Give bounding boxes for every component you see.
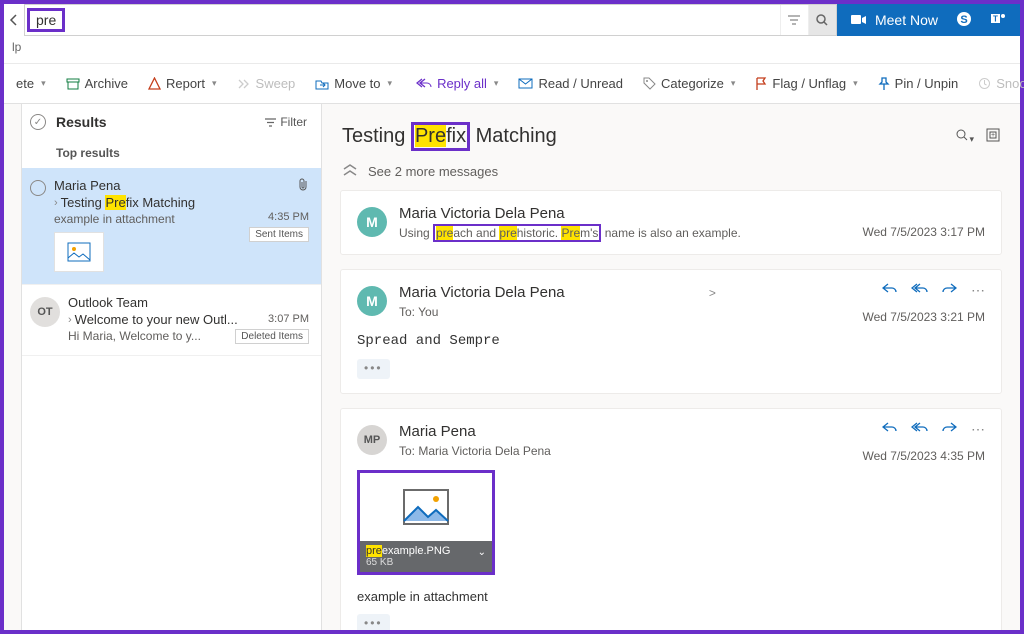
reading-pane: Testing Prefix Matching ▾ + See 2 more m… xyxy=(322,104,1020,630)
attachment-name-hl: pre xyxy=(366,545,382,557)
card-body: Spread and Sempre xyxy=(357,333,985,349)
card-date: Wed 7/5/2023 3:17 PM xyxy=(862,225,985,239)
meet-now-label: Meet Now xyxy=(875,12,938,28)
teams-icon[interactable]: T xyxy=(990,11,1006,30)
forward-icon[interactable] xyxy=(942,282,957,299)
search-submit-icon[interactable] xyxy=(808,5,836,35)
skype-icon[interactable]: S xyxy=(956,11,972,30)
reply-icon[interactable] xyxy=(882,421,897,438)
flag-unflag-button[interactable]: Flag / Unflag▾ xyxy=(747,76,865,91)
card-date: Wed 7/5/2023 4:35 PM xyxy=(862,449,985,463)
topbar: pre Meet Now S T xyxy=(4,4,1020,36)
attachment-name-rest: example.PNG xyxy=(382,545,450,557)
zoom-icon[interactable]: ▾ xyxy=(955,128,974,145)
attachment-thumbnail[interactable] xyxy=(54,232,104,272)
forward-icon[interactable] xyxy=(942,421,957,438)
archive-button[interactable]: Archive xyxy=(58,76,136,91)
sub-header-row: lp xyxy=(4,36,1020,64)
svg-text:+: + xyxy=(991,132,995,139)
chevron-right-icon: › xyxy=(68,314,72,326)
expand-up-icon[interactable] xyxy=(342,163,358,180)
sweep-button[interactable]: Sweep xyxy=(229,76,304,91)
attachment-dropdown-icon[interactable]: ⌄ xyxy=(478,547,486,558)
reply-all-icon[interactable] xyxy=(911,421,928,438)
search-filter-icon[interactable] xyxy=(780,5,808,35)
nav-rail[interactable] xyxy=(4,104,22,630)
attachment-tile[interactable]: preexample.PNG 65 KB ⌄ xyxy=(357,470,495,575)
avatar: M xyxy=(357,207,387,237)
avatar: MP xyxy=(357,425,387,455)
move-to-button[interactable]: Move to▾ xyxy=(307,76,400,91)
results-heading: Results xyxy=(56,114,255,130)
avatar: M xyxy=(357,286,387,316)
item-select-radio[interactable] xyxy=(30,180,46,196)
expand-quoted-icon[interactable]: ••• xyxy=(357,359,390,379)
chevron-right-icon: › xyxy=(54,197,58,209)
select-all-checkbox[interactable] xyxy=(30,114,46,130)
action-toolbar: ete▾ Archive Report▾ Sweep Move to▾ Repl… xyxy=(4,64,1020,104)
blue-command-bar: Meet Now S T xyxy=(837,4,1020,36)
back-arrow-icon[interactable] xyxy=(4,4,24,36)
result-item[interactable]: Maria Pena › Testing Prefix Matching exa… xyxy=(22,168,321,285)
top-results-label: Top results xyxy=(22,138,321,168)
card-body: example in attachment xyxy=(357,589,985,604)
card-to-line: To: Maria Victoria Dela Pena xyxy=(399,444,551,458)
search-input[interactable] xyxy=(65,13,780,28)
avatar: OT xyxy=(30,297,60,327)
message-card: ⋯ MP Maria Pena To: Maria Victoria Dela … xyxy=(340,408,1002,630)
see-more-label[interactable]: See 2 more messages xyxy=(368,164,498,179)
read-unread-button[interactable]: Read / Unread xyxy=(510,76,631,91)
reply-all-button[interactable]: Reply all▾ xyxy=(408,76,506,91)
card-sender: Maria Victoria Dela Pena xyxy=(399,205,741,222)
card-date: Wed 7/5/2023 3:21 PM xyxy=(862,310,985,324)
message-card: ⋯ M Maria Victoria Dela Pena > To: You W… xyxy=(340,269,1002,394)
popout-icon[interactable]: + xyxy=(986,128,1000,145)
search-query-highlight: pre xyxy=(27,8,65,32)
report-button[interactable]: Report▾ xyxy=(140,76,225,91)
attachment-preview xyxy=(360,473,492,541)
result-item[interactable]: OT Outlook Team › Welcome to your new Ou… xyxy=(22,285,321,356)
result-folder: Deleted Items xyxy=(235,329,309,344)
categorize-button[interactable]: Categorize▾ xyxy=(635,76,743,91)
card-snippet: Using preach and prehistoric. Prem's nam… xyxy=(399,226,741,240)
more-actions-icon[interactable]: ⋯ xyxy=(971,282,985,299)
expand-quoted-icon[interactable]: ••• xyxy=(357,614,390,630)
search-box-wrap[interactable]: pre xyxy=(24,4,837,36)
results-column: Results Filter Top results Maria Pena › … xyxy=(22,104,322,630)
card-sender: Maria Pena xyxy=(399,423,551,440)
result-time: 3:07 PM xyxy=(235,313,309,325)
more-actions-icon[interactable]: ⋯ xyxy=(971,421,985,438)
reply-icon[interactable] xyxy=(882,282,897,299)
snooze-button[interactable]: Snooze▾ xyxy=(970,76,1024,91)
result-time: 4:35 PM xyxy=(249,211,309,223)
svg-text:S: S xyxy=(960,14,967,26)
svg-text:T: T xyxy=(993,14,998,23)
delete-button[interactable]: ete▾ xyxy=(8,76,54,91)
attachment-size: 65 KB xyxy=(366,557,450,568)
paperclip-icon xyxy=(298,183,309,195)
reply-all-icon[interactable] xyxy=(911,282,928,299)
filter-button[interactable]: Filter xyxy=(265,115,307,129)
result-folder: Sent Items xyxy=(249,227,309,242)
reading-title: Testing Prefix Matching xyxy=(342,122,955,151)
pin-unpin-button[interactable]: Pin / Unpin xyxy=(870,76,967,91)
message-card[interactable]: M Maria Victoria Dela Pena Using preach … xyxy=(340,190,1002,255)
meet-now-button[interactable]: Meet Now xyxy=(851,12,938,28)
